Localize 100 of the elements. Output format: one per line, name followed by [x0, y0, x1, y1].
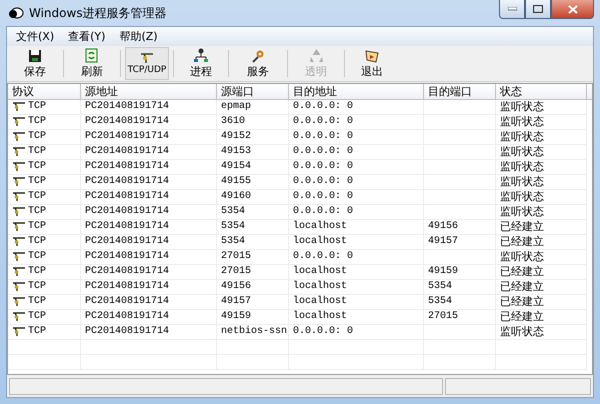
status-cell: 监听状态 — [496, 130, 587, 145]
protocol-text: TCP — [28, 160, 46, 174]
source-port-cell: 49153 — [217, 145, 289, 160]
destination-address-cell: 0.0.0.0: 0 — [289, 325, 424, 340]
destination-port-cell: 49159 — [424, 265, 496, 280]
column-header[interactable]: 源地址 — [81, 84, 217, 99]
process-tree-icon — [193, 48, 209, 63]
source-port-cell: 49160 — [217, 190, 289, 205]
source-port-cell: 27015 — [217, 250, 289, 265]
status-cell: 监听状态 — [496, 190, 587, 205]
close-button[interactable] — [551, 0, 594, 19]
destination-address-cell: 0.0.0.0: 0 — [289, 205, 424, 220]
minimize-icon — [508, 7, 516, 11]
column-header[interactable]: 目的端口 — [424, 84, 496, 99]
source-port-cell: 49152 — [217, 130, 289, 145]
column-header[interactable]: 源端口 — [217, 84, 289, 99]
toolbar-button[interactable]: 退出 — [349, 47, 395, 80]
column-header[interactable]: 目的地址 — [289, 84, 424, 99]
column-header[interactable]: 状态 — [496, 84, 587, 99]
destination-address-cell: localhost — [289, 280, 424, 295]
destination-address-cell: localhost — [289, 295, 424, 310]
destination-port-cell: 49157 — [424, 235, 496, 250]
protocol-text: TCP — [28, 145, 46, 159]
source-port-cell: netbios-ssn — [217, 325, 289, 340]
network-plug-icon — [12, 162, 26, 172]
network-plug-icon — [12, 147, 26, 157]
status-cell: 监听状态 — [496, 205, 587, 220]
source-port-cell: 49157 — [217, 295, 289, 310]
destination-address-cell: 0.0.0.0: 0 — [289, 145, 424, 160]
network-plug-icon — [12, 192, 26, 202]
destination-address-cell: 0.0.0.0: 0 — [289, 100, 424, 115]
source-address-cell: PC201408191714 — [81, 280, 217, 295]
network-plug-icon — [12, 297, 26, 307]
network-plug-icon — [139, 52, 155, 64]
protocol-text: TCP — [28, 220, 46, 234]
source-port-cell: 49155 — [217, 175, 289, 190]
exit-door-icon — [364, 48, 380, 62]
source-address-cell: PC201408191714 — [81, 130, 217, 145]
protocol-text: TCP — [28, 115, 46, 129]
menu-item[interactable]: 帮助(Z) — [112, 29, 165, 44]
menu-item[interactable]: 文件(X) — [9, 29, 62, 44]
source-address-cell: PC201408191714 — [81, 295, 217, 310]
minimize-button[interactable] — [499, 0, 525, 19]
source-port-cell: 3610 — [217, 115, 289, 130]
protocol-text: TCP — [28, 100, 46, 114]
source-address-cell: PC201408191714 — [81, 115, 217, 130]
toolbar-button[interactable]: 服务 — [233, 47, 283, 80]
source-address-cell: PC201408191714 — [81, 265, 217, 280]
protocol-text: TCP — [28, 250, 46, 264]
empty-cell — [424, 100, 496, 115]
network-plug-icon — [12, 252, 26, 262]
network-plug-icon — [12, 282, 26, 292]
maximize-button[interactable] — [525, 0, 551, 19]
status-cell: 已经建立 — [496, 235, 587, 250]
network-plug-icon — [12, 132, 26, 142]
status-cell: 已经建立 — [496, 310, 587, 325]
destination-address-cell: 0.0.0.0: 0 — [289, 250, 424, 265]
destination-address-cell: localhost — [289, 235, 424, 250]
protocol-text: TCP — [28, 175, 46, 189]
network-plug-icon — [12, 327, 26, 337]
destination-address-cell: 0.0.0.0: 0 — [289, 115, 424, 130]
destination-address-cell: localhost — [289, 265, 424, 280]
status-cell: 已经建立 — [496, 295, 587, 310]
source-address-cell: PC201408191714 — [81, 220, 217, 235]
source-address-cell: PC201408191714 — [81, 250, 217, 265]
network-plug-icon — [12, 102, 26, 112]
protocol-text: TCP — [28, 295, 46, 309]
column-header[interactable]: 协议 — [8, 84, 81, 99]
maximize-icon — [533, 5, 543, 13]
toolbar-button[interactable]: 保存 — [11, 47, 59, 80]
protocol-text: TCP — [28, 325, 46, 339]
toolbar-button[interactable]: 刷新 — [68, 47, 116, 80]
protocol-text: TCP — [28, 265, 46, 279]
source-port-cell: 5354 — [217, 220, 289, 235]
destination-address-cell: localhost — [289, 220, 424, 235]
network-plug-icon — [12, 222, 26, 232]
source-port-cell: 27015 — [217, 265, 289, 280]
status-cell: 监听状态 — [496, 175, 587, 190]
network-plug-icon — [12, 237, 26, 247]
protocol-text: TCP — [28, 190, 46, 204]
toolbar-button[interactable]: 进程 — [178, 47, 224, 80]
toolbar-button[interactable]: TCP/UDP — [125, 47, 169, 80]
destination-port-cell: 5354 — [424, 295, 496, 310]
source-address-cell: PC201408191714 — [81, 190, 217, 205]
status-cell: 监听状态 — [496, 145, 587, 160]
source-address-cell: PC201408191714 — [81, 325, 217, 340]
network-plug-icon — [12, 207, 26, 217]
destination-port-cell: 27015 — [424, 310, 496, 325]
status-cell: 已经建立 — [496, 265, 587, 280]
app-logo-icon — [8, 6, 24, 20]
destination-address-cell: 0.0.0.0: 0 — [289, 190, 424, 205]
protocol-text: TCP — [28, 235, 46, 249]
source-port-cell: 49159 — [217, 310, 289, 325]
status-cell: 已经建立 — [496, 220, 587, 235]
menu-item[interactable]: 查看(Y) — [61, 29, 112, 44]
source-address-cell: PC201408191714 — [81, 100, 217, 115]
protocol-text: TCP — [28, 130, 46, 144]
destination-port-cell: 5354 — [424, 280, 496, 295]
network-plug-icon — [12, 177, 26, 187]
source-address-cell: PC201408191714 — [81, 205, 217, 220]
